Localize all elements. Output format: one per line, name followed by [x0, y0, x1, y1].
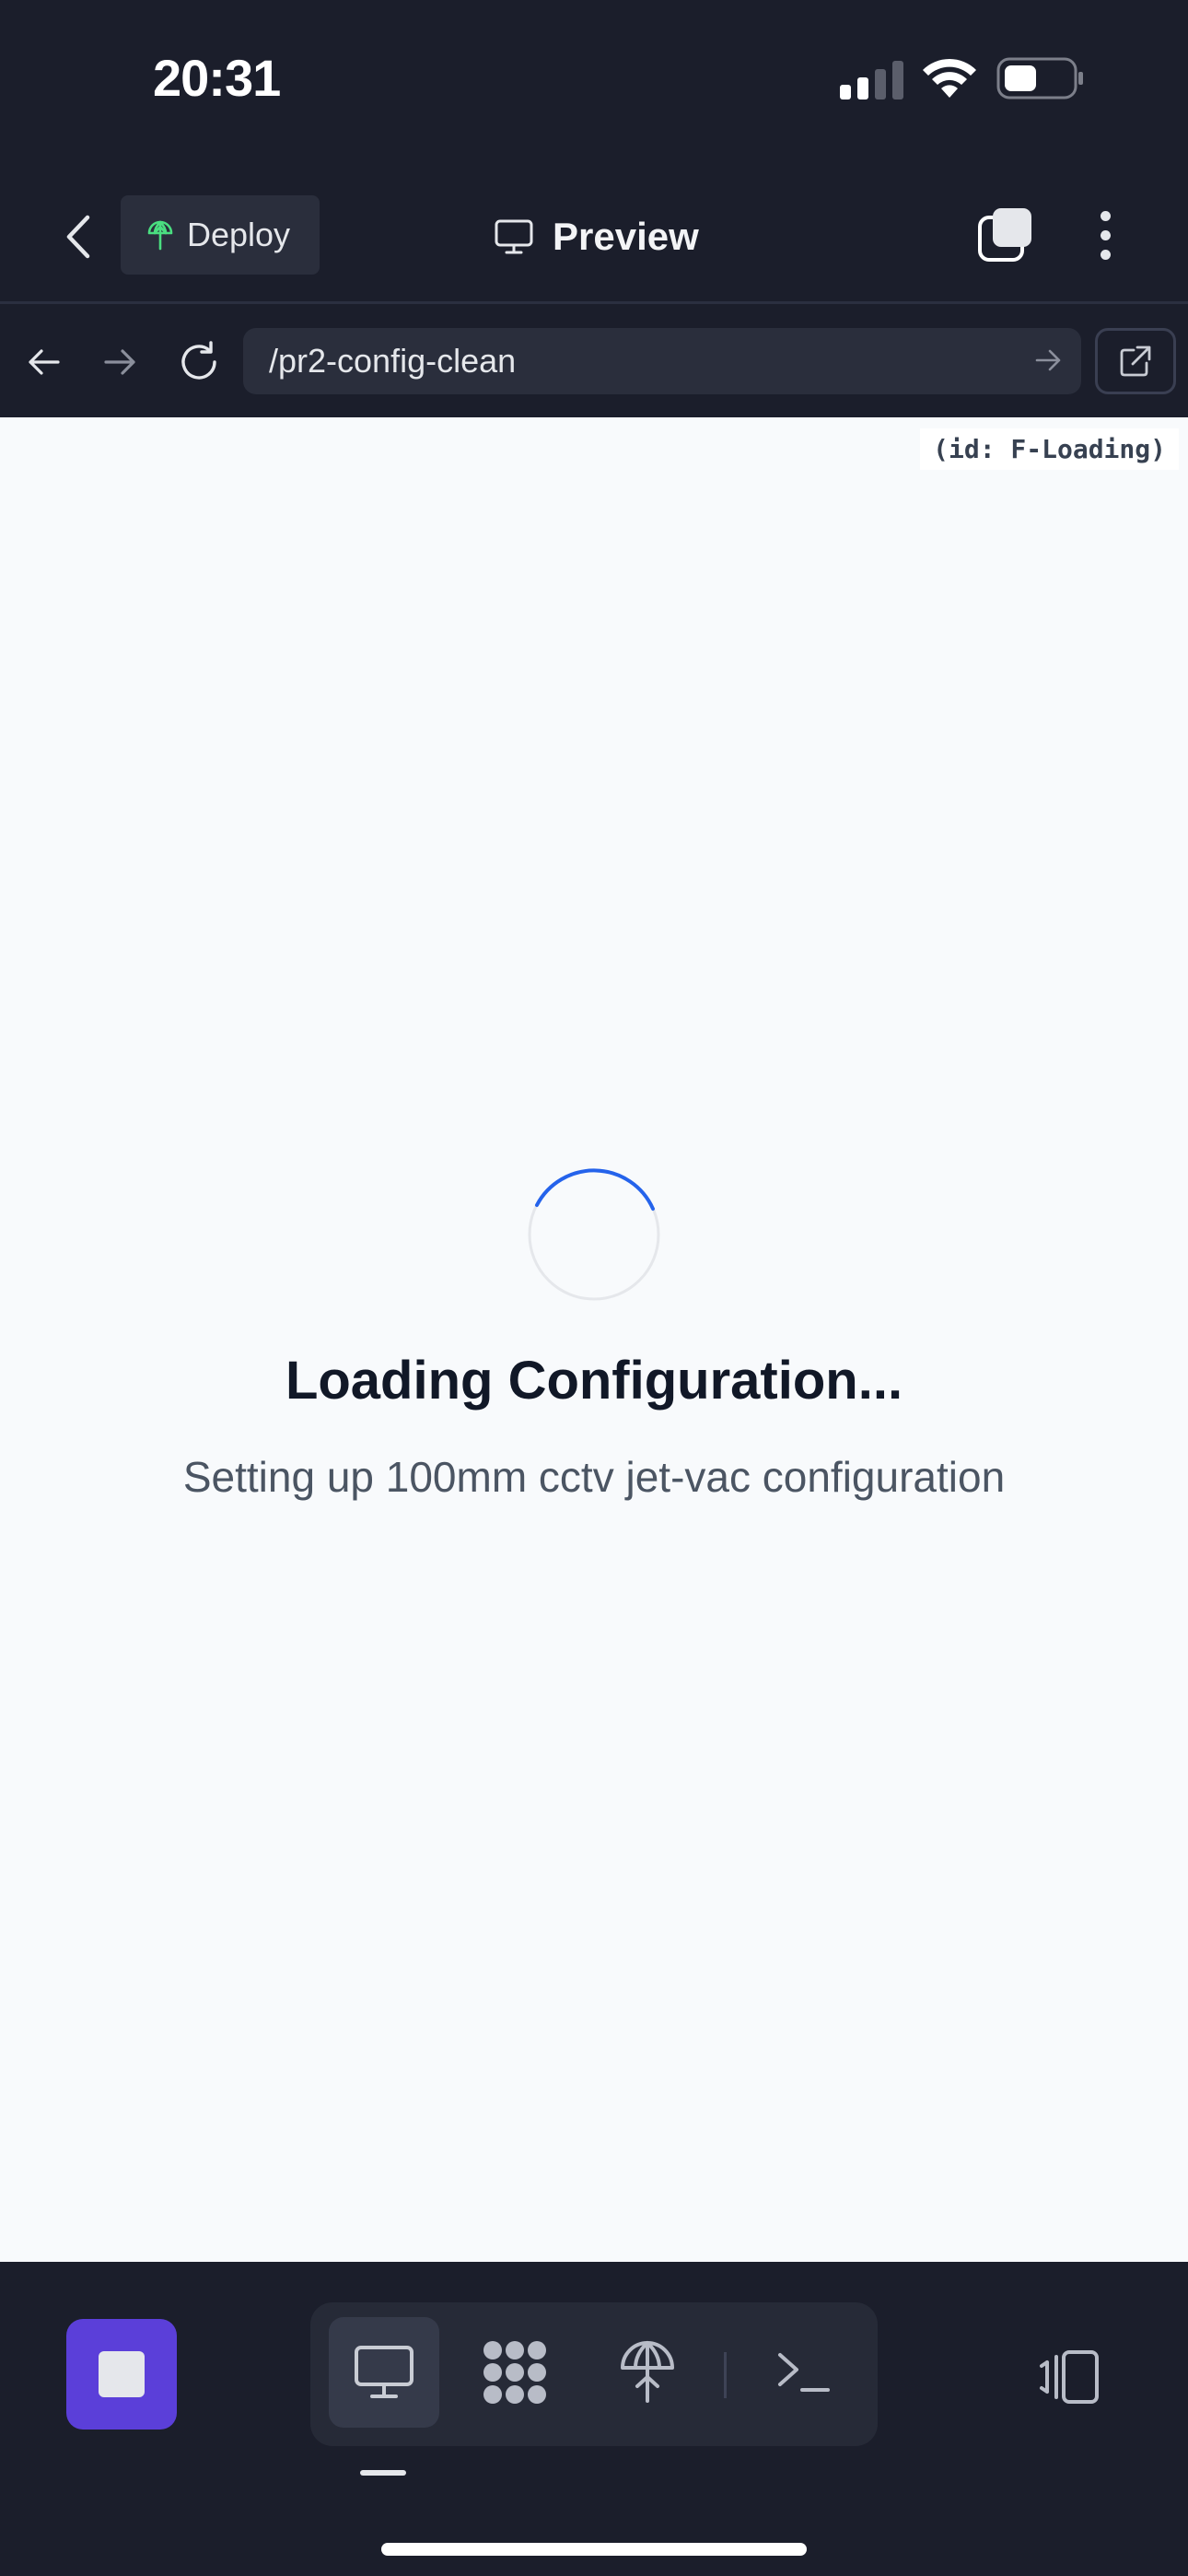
tool-terminal[interactable]	[749, 2317, 859, 2428]
arrow-left-icon	[29, 349, 60, 375]
device-toggle-button[interactable]	[1031, 2345, 1105, 2409]
loading-spinner-icon	[528, 1168, 660, 1301]
preview-label: Preview	[553, 215, 699, 258]
monitor-icon	[355, 2346, 413, 2398]
browser-back-button[interactable]	[17, 334, 72, 390]
tool-preview[interactable]	[329, 2317, 439, 2428]
tool-divider	[724, 2352, 727, 2398]
loading-title: Loading Configuration...	[285, 1351, 903, 1411]
preview-content: (id: F-Loading) Loading Configuration...…	[0, 417, 1188, 2262]
wifi-icon	[923, 58, 976, 98]
terminal-icon	[778, 2353, 830, 2392]
loading-subtitle: Setting up 100mm cctv jet-vac configurat…	[182, 1453, 1006, 1501]
tabs-button[interactable]	[976, 205, 1037, 265]
preview-title: Preview	[494, 206, 699, 267]
url-input[interactable]: /pr2-config-clean	[243, 328, 1081, 394]
tabs-icon	[978, 208, 1031, 262]
battery-icon	[996, 57, 1083, 100]
arrow-right-icon	[104, 349, 135, 375]
external-link-icon	[1120, 345, 1151, 377]
tool-switcher	[310, 2302, 878, 2446]
back-button[interactable]	[50, 206, 105, 267]
chevron-left-icon	[66, 215, 90, 259]
reload-icon	[181, 341, 216, 380]
tool-deploy[interactable]	[592, 2317, 703, 2428]
browser-bar: /pr2-config-clean	[0, 307, 1188, 417]
open-external-button[interactable]	[1095, 328, 1176, 394]
more-options-button[interactable]	[1085, 205, 1125, 265]
tool-agent[interactable]	[460, 2317, 570, 2428]
go-arrow-icon[interactable]	[1033, 345, 1063, 376]
deploy-label: Deploy	[187, 216, 291, 253]
stop-icon	[99, 2351, 145, 2397]
deploy-umbrella-icon	[621, 2341, 674, 2403]
browser-forward-button[interactable]	[92, 334, 147, 390]
signal-icon	[840, 61, 903, 100]
url-text: /pr2-config-clean	[269, 342, 517, 380]
device-toggle-icon	[1040, 2350, 1099, 2404]
status-bar: 20:31	[0, 0, 1188, 166]
more-vertical-icon	[1100, 210, 1111, 221]
home-indicator	[381, 2543, 807, 2556]
deploy-umbrella-icon	[147, 220, 173, 251]
active-tool-indicator	[360, 2470, 406, 2476]
id-tag: (id: F-Loading)	[920, 428, 1179, 470]
deploy-button[interactable]: Deploy	[121, 195, 320, 275]
stop-button[interactable]	[66, 2319, 177, 2430]
monitor-icon	[495, 219, 533, 254]
agent-dots-icon	[483, 2341, 546, 2404]
bottom-toolbar	[0, 2262, 1188, 2576]
status-time: 20:31	[153, 49, 281, 107]
reload-button[interactable]	[171, 334, 227, 390]
app-header: Deploy Preview	[0, 166, 1188, 304]
